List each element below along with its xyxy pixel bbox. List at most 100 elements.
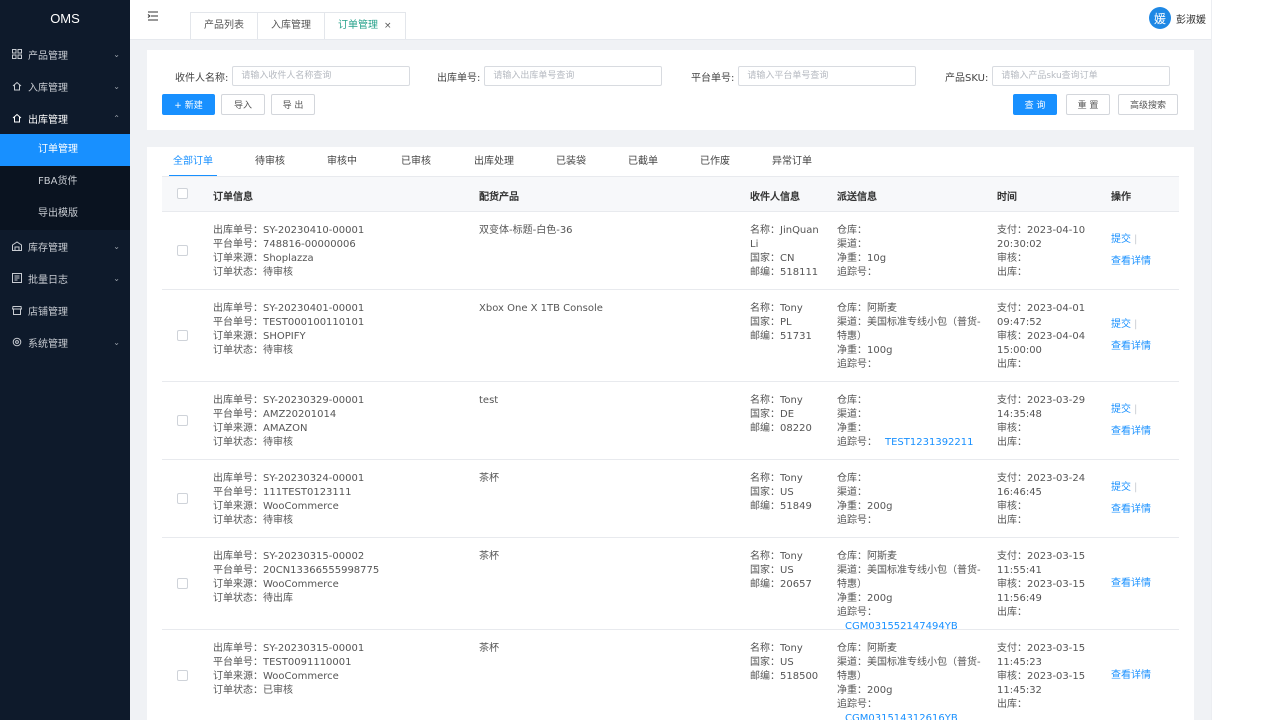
tab-order-management[interactable]: 订单管理 × xyxy=(324,12,406,39)
log-icon xyxy=(12,273,22,283)
sidebar-item-inbound[interactable]: 入库管理 ⌄ xyxy=(0,70,130,102)
receiver-cell: 名称：Tony 国家：US 邮编：51849 xyxy=(750,472,820,514)
receiver-cell: 名称：Tony 国家：DE 邮编：08220 xyxy=(750,394,820,436)
export-button[interactable]: 导 出 xyxy=(271,94,315,115)
tab-under-review[interactable]: 审核中 xyxy=(327,151,357,177)
order-info-cell: 出库单号：SY-20230401-00001 平台单号：TEST000100110… xyxy=(213,302,364,358)
time-line: 出库： xyxy=(997,267,1027,278)
view-details-link[interactable]: 查看详情 xyxy=(1111,669,1151,683)
shipping-cell: 仓库： 渠道： 净重： 追踪号： TEST1231392211 xyxy=(837,394,982,450)
sidebar-item-inventory[interactable]: 库存管理 ⌄ xyxy=(0,230,130,262)
time-cell: 支付：2023-03-24 16:46:45 审核： 出库： xyxy=(997,472,1089,528)
menu-collapse-icon[interactable] xyxy=(147,10,159,22)
outbound-no-input[interactable] xyxy=(484,66,663,86)
tab-exception-orders[interactable]: 异常订单 xyxy=(772,151,812,177)
operations-cell: 提交 | 查看详情 xyxy=(1111,318,1151,354)
view-details-link[interactable]: 查看详情 xyxy=(1111,255,1151,269)
shipping-line: 渠道：美国标准专线小包（普货-特惠） xyxy=(837,317,981,342)
tab-cut-off[interactable]: 已截单 xyxy=(628,151,658,177)
submit-link[interactable]: 提交 | xyxy=(1111,318,1151,332)
chevron-down-icon: ⌄ xyxy=(113,241,120,251)
sku-input[interactable] xyxy=(992,66,1171,86)
row-checkbox[interactable] xyxy=(177,670,188,681)
product-cell: 茶杯 xyxy=(479,642,499,656)
shipping-line: 仓库： xyxy=(837,473,867,484)
view-details-link[interactable]: 查看详情 xyxy=(1111,577,1151,591)
receiver-label: 收件人名称: xyxy=(175,72,229,84)
order-info-line: 订单状态：待审核 xyxy=(213,515,293,526)
reset-button[interactable]: 重 置 xyxy=(1066,94,1110,115)
col-order-info: 订单信息 xyxy=(213,192,253,203)
tracking-number-link[interactable]: TEST1231392211 xyxy=(885,437,974,448)
shipping-line: 追踪号： xyxy=(837,514,982,528)
tab-bagged[interactable]: 已装袋 xyxy=(556,151,586,177)
sidebar-item-shops[interactable]: 店铺管理 xyxy=(0,294,130,326)
col-receiver: 收件人信息 xyxy=(750,192,800,203)
tab-inbound[interactable]: 入库管理 xyxy=(257,12,325,39)
platform-no-input[interactable] xyxy=(738,66,917,86)
tracking-number-link[interactable]: CGM031514312616YB xyxy=(845,713,958,720)
tab-label: 产品列表 xyxy=(204,20,244,31)
sidebar-item-label: 入库管理 xyxy=(28,82,68,94)
product-name: Xbox One X 1TB Console xyxy=(479,303,603,314)
sidebar-item-label: 产品管理 xyxy=(28,50,68,62)
time-cell: 支付：2023-03-29 14:35:48 审核： 出库： xyxy=(997,394,1089,450)
query-button[interactable]: 查 询 xyxy=(1013,94,1057,115)
submit-link[interactable]: 提交 | xyxy=(1111,233,1151,247)
shipping-cell: 仓库：阿斯麦 渠道：美国标准专线小包（普货-特惠） 净重：200g 追踪号：CGM03… xyxy=(837,642,982,720)
tab-product-list[interactable]: 产品列表 xyxy=(190,12,258,39)
right-blank-area xyxy=(1211,0,1280,720)
import-button[interactable]: 导入 xyxy=(221,94,265,115)
sidebar-item-system[interactable]: 系统管理 ⌄ xyxy=(0,326,130,358)
sidebar-item-batch-log[interactable]: 批量日志 ⌄ xyxy=(0,262,130,294)
sidebar-subitem-orders[interactable]: 订单管理 xyxy=(0,134,130,166)
shipping-line: 追踪号： xyxy=(837,358,982,372)
sidebar-subitem-fba[interactable]: FBA货件 xyxy=(0,166,130,198)
select-all-checkbox[interactable] xyxy=(177,188,188,199)
row-checkbox[interactable] xyxy=(177,330,188,341)
sidebar-item-label: 批量日志 xyxy=(28,274,68,286)
shipping-line: 仓库：阿斯麦 xyxy=(837,303,897,314)
order-info-line: 平台单号：20CN13366555998775 xyxy=(213,565,380,576)
receiver-line: 国家：PL xyxy=(750,317,792,328)
shipping-line: 仓库：阿斯麦 xyxy=(837,551,897,562)
view-details-link[interactable]: 查看详情 xyxy=(1111,340,1151,354)
view-details-link[interactable]: 查看详情 xyxy=(1111,425,1151,439)
receiver-line: 名称：JinQuan Li xyxy=(750,225,819,250)
advanced-search-button[interactable]: 高级搜索 xyxy=(1118,94,1178,115)
sidebar-item-outbound[interactable]: 出库管理 ⌃ xyxy=(0,102,130,134)
chevron-down-icon: ⌄ xyxy=(113,81,120,91)
receiver-input[interactable] xyxy=(232,66,411,86)
time-line: 出库： xyxy=(997,699,1027,710)
new-button[interactable]: + 新建 xyxy=(162,94,215,115)
submit-link[interactable]: 提交 | xyxy=(1111,481,1151,495)
sidebar-subitem-export-template[interactable]: 导出模版 xyxy=(0,198,130,230)
tab-all-orders[interactable]: 全部订单 xyxy=(169,151,217,177)
tab-outbound-processing[interactable]: 出库处理 xyxy=(474,151,514,177)
order-info-line: 平台单号：TEST000100110101 xyxy=(213,317,365,328)
order-info-cell: 出库单号：SY-20230315-00002 平台单号：20CN133665559… xyxy=(213,550,379,606)
row-checkbox[interactable] xyxy=(177,493,188,504)
receiver-line: 名称：Tony xyxy=(750,473,803,484)
row-checkbox[interactable] xyxy=(177,245,188,256)
row-checkbox[interactable] xyxy=(177,578,188,589)
row-checkbox[interactable] xyxy=(177,415,188,426)
sidebar-item-products[interactable]: 产品管理 ⌄ xyxy=(0,38,130,70)
tab-reviewed[interactable]: 已审核 xyxy=(401,151,431,177)
app-logo: OMS xyxy=(50,11,80,26)
time-line: 支付：2023-03-15 11:55:41 xyxy=(997,551,1086,576)
shipping-cell: 仓库：阿斯麦 渠道：美国标准专线小包（普货-特惠） 净重：200g 追踪号：CGM03… xyxy=(837,550,982,634)
tab-voided[interactable]: 已作废 xyxy=(700,151,730,177)
shipping-line: 净重：200g xyxy=(837,501,893,512)
submit-link[interactable]: 提交 | xyxy=(1111,403,1151,417)
shipping-line: 净重：200g xyxy=(837,685,893,696)
close-icon[interactable]: × xyxy=(384,21,392,31)
user-name: 彭淑媛 xyxy=(1176,14,1206,26)
order-info-line: 出库单号：SY-20230401-00001 xyxy=(213,303,365,314)
user-menu[interactable]: 媛 彭淑媛 xyxy=(1149,7,1206,29)
order-info-line: 平台单号：111TEST0123111 xyxy=(213,487,352,498)
order-info-cell: 出库单号：SY-20230329-00001 平台单号：AMZ20201014 订单… xyxy=(213,394,364,450)
tab-pending-review[interactable]: 待审核 xyxy=(255,151,285,177)
platform-filter: 平台单号: xyxy=(691,66,917,86)
view-details-link[interactable]: 查看详情 xyxy=(1111,503,1151,517)
